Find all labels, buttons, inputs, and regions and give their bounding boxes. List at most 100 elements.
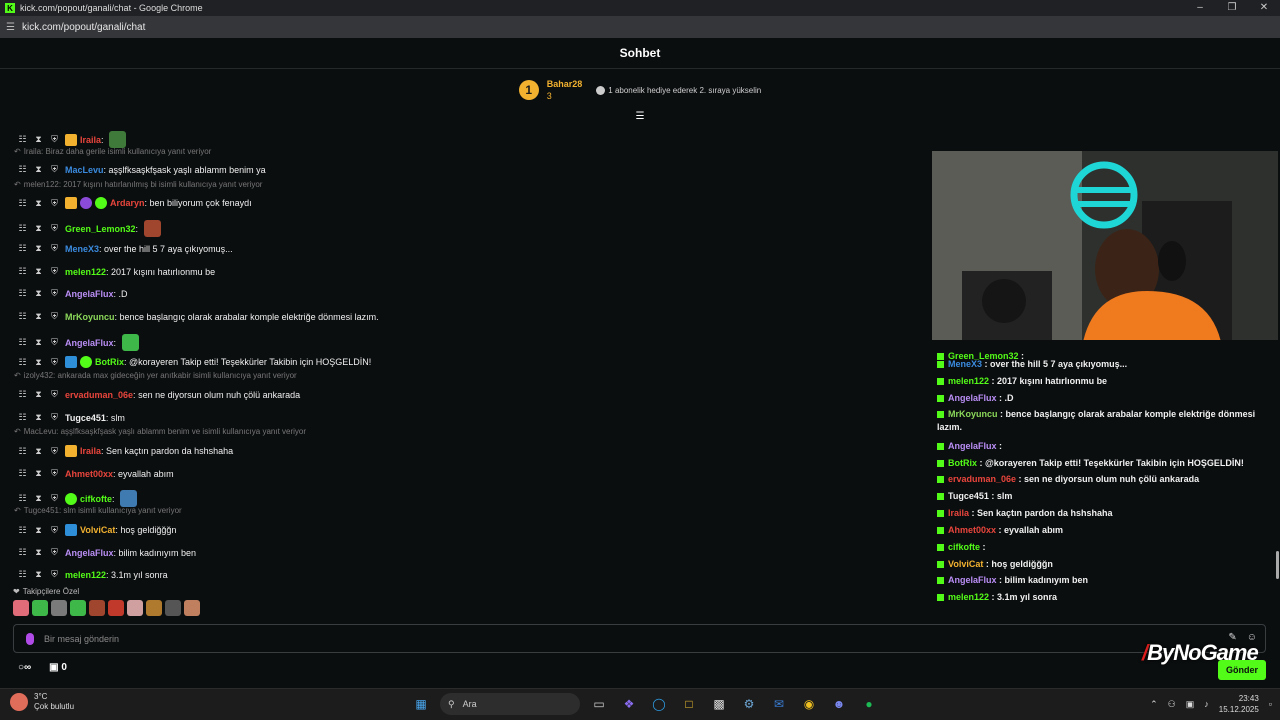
delete-icon[interactable]: ☷ (18, 311, 27, 322)
delete-icon[interactable]: ☷ (18, 412, 27, 423)
chat-message[interactable]: ☷ ⧗ ⛨ VolviCat: hoş geldiğğğn (14, 524, 176, 536)
timeout-icon[interactable]: ⧗ (34, 493, 43, 504)
chat-username[interactable]: AngelaFlux (65, 289, 114, 299)
timeout-icon[interactable]: ⧗ (34, 243, 43, 254)
ban-icon[interactable]: ⛨ (50, 223, 59, 234)
chat-message[interactable]: ☷ ⧗ ⛨ cifkofte: (14, 490, 138, 507)
delete-icon[interactable]: ☷ (18, 266, 27, 277)
tray-chevron-icon[interactable]: ⌃ (1150, 699, 1158, 710)
mail-icon[interactable]: ✉ (768, 693, 790, 715)
timeout-icon[interactable]: ⧗ (34, 134, 43, 145)
chat-message[interactable]: ☷ ⧗ ⛨ Green_Lemon32: (14, 220, 161, 237)
chat-username[interactable]: ervaduman_06e (65, 390, 133, 400)
ban-icon[interactable]: ⛨ (50, 446, 59, 457)
chat-username[interactable]: BotRix (95, 357, 124, 367)
chat-username[interactable]: Ahmet00xx (65, 469, 113, 479)
delete-icon[interactable]: ☷ (18, 243, 27, 254)
chat-input[interactable]: Bir mesaj gönderin ✎ ☺ (13, 624, 1266, 653)
timeout-icon[interactable]: ⧗ (34, 525, 43, 536)
emote-icon[interactable] (51, 600, 67, 616)
gift-leaderboard[interactable]: 1 Bahar28 3 1 abonelik hediye ederek 2. … (0, 70, 1280, 110)
chat-username[interactable]: AngelaFlux (65, 338, 114, 348)
send-button[interactable]: Gönder (1218, 660, 1266, 680)
timeout-icon[interactable]: ⧗ (34, 357, 43, 368)
taskbar-search[interactable]: ⚲ Ara (440, 693, 580, 715)
emote-icon[interactable] (165, 600, 181, 616)
emote-icon[interactable] (127, 600, 143, 616)
start-icon[interactable]: ▦ (410, 693, 432, 715)
ban-icon[interactable]: ⛨ (50, 288, 59, 299)
ban-icon[interactable]: ⛨ (50, 493, 59, 504)
points-icon[interactable]: ○∞ (18, 662, 31, 673)
chat-message[interactable]: ☷ ⧗ ⛨ melen122: 3.1m yıl sonra (14, 569, 167, 580)
chat-message[interactable]: ☷ ⧗ ⛨ Ahmet00xx: eyvallah abım (14, 468, 173, 479)
emote-icon[interactable] (108, 600, 124, 616)
emote-icon[interactable] (184, 600, 200, 616)
chat-username[interactable]: MeneX3 (65, 244, 99, 254)
delete-icon[interactable]: ☷ (18, 389, 27, 400)
chat-message[interactable]: ☷ ⧗ ⛨ BotRix: @korayeren Takip etti! Teşekk… (14, 356, 371, 368)
store-icon[interactable]: ▩ (708, 693, 730, 715)
restore-icon[interactable]: ❐ (1216, 0, 1248, 16)
collapse-icon[interactable]: ☰ (634, 112, 646, 122)
chat-message[interactable]: ☷ ⧗ ⛨ melen122: 2017 kışını hatırlıonmu be (14, 266, 215, 277)
tray-mic-icon[interactable]: ⚇ (1168, 699, 1176, 710)
minimize-icon[interactable]: – (1184, 0, 1216, 16)
emote-icon[interactable] (89, 600, 105, 616)
delete-icon[interactable]: ☷ (18, 134, 27, 145)
chat-message[interactable]: ☷ ⧗ ⛨ Iraila: (14, 131, 127, 148)
delete-icon[interactable]: ☷ (18, 223, 27, 234)
emote-icon[interactable] (146, 600, 162, 616)
delete-icon[interactable]: ☷ (18, 198, 27, 209)
timeout-icon[interactable]: ⧗ (34, 337, 43, 348)
ban-icon[interactable]: ⛨ (50, 164, 59, 175)
delete-icon[interactable]: ☷ (18, 357, 27, 368)
timeout-icon[interactable]: ⧗ (34, 569, 43, 580)
ban-icon[interactable]: ⛨ (50, 389, 59, 400)
chat-message[interactable]: ☷ ⧗ ⛨ Tugce451: slm (14, 412, 124, 423)
gift-counter[interactable]: ▣ 0 (49, 662, 67, 673)
steam-icon[interactable]: ⚙ (738, 693, 760, 715)
delete-icon[interactable]: ☷ (18, 569, 27, 580)
timeout-icon[interactable]: ⧗ (34, 311, 43, 322)
chat-username[interactable]: VolviCat (80, 525, 115, 535)
delete-icon[interactable]: ☷ (18, 547, 27, 558)
delete-icon[interactable]: ☷ (18, 164, 27, 175)
chat-username[interactable]: Ardaryn (110, 198, 145, 208)
ban-icon[interactable]: ⛨ (50, 198, 59, 209)
delete-icon[interactable]: ☷ (18, 337, 27, 348)
address-bar[interactable]: ☰ kick.com/popout/ganali/chat (0, 16, 1280, 38)
ban-icon[interactable]: ⛨ (50, 412, 59, 423)
chat-message[interactable]: ☷ ⧗ ⛨ MacLevu: aşşlfksaşkfşask yaşlı ablamm… (14, 164, 265, 175)
delete-icon[interactable]: ☷ (18, 446, 27, 457)
emote-icon[interactable] (70, 600, 86, 616)
timeout-icon[interactable]: ⧗ (34, 547, 43, 558)
reply-context[interactable]: ↶ melen122: 2017 kışını hatırlanılmış bi … (14, 180, 262, 189)
timeout-icon[interactable]: ⧗ (34, 389, 43, 400)
delete-icon[interactable]: ☷ (18, 493, 27, 504)
chat-message[interactable]: ☷ ⧗ ⛨ MrKoyuncu: bence başlangıç olarak ara… (14, 311, 378, 322)
chat-message[interactable]: ☷ ⧗ ⛨ MeneX3: over the hill 5 7 aya çıkıyom… (14, 243, 232, 254)
timeout-icon[interactable]: ⧗ (34, 164, 43, 175)
timeout-icon[interactable]: ⧗ (34, 446, 43, 457)
close-icon[interactable]: ✕ (1248, 0, 1280, 16)
ban-icon[interactable]: ⛨ (50, 525, 59, 536)
chrome-icon[interactable]: ◉ (798, 693, 820, 715)
scrollbar-thumb[interactable] (1276, 551, 1279, 579)
ban-icon[interactable]: ⛨ (50, 547, 59, 558)
chat-username[interactable]: MrKoyuncu (65, 312, 115, 322)
timeout-icon[interactable]: ⧗ (34, 198, 43, 209)
timeout-icon[interactable]: ⧗ (34, 288, 43, 299)
ban-icon[interactable]: ⛨ (50, 243, 59, 254)
chat-username[interactable]: Green_Lemon32 (65, 224, 136, 234)
delete-icon[interactable]: ☷ (18, 468, 27, 479)
chat-username[interactable]: melen122 (65, 570, 106, 580)
chat-username[interactable]: MacLevu (65, 165, 104, 175)
emote-icon[interactable] (32, 600, 48, 616)
timeout-icon[interactable]: ⧗ (34, 412, 43, 423)
timeout-icon[interactable]: ⧗ (34, 468, 43, 479)
ban-icon[interactable]: ⛨ (50, 311, 59, 322)
ban-icon[interactable]: ⛨ (50, 468, 59, 479)
reply-context[interactable]: ↶ izoly432: ankarada max gideceğin yer an… (14, 371, 297, 380)
chat-message[interactable]: ☷ ⧗ ⛨ AngelaFlux: .D (14, 288, 127, 299)
